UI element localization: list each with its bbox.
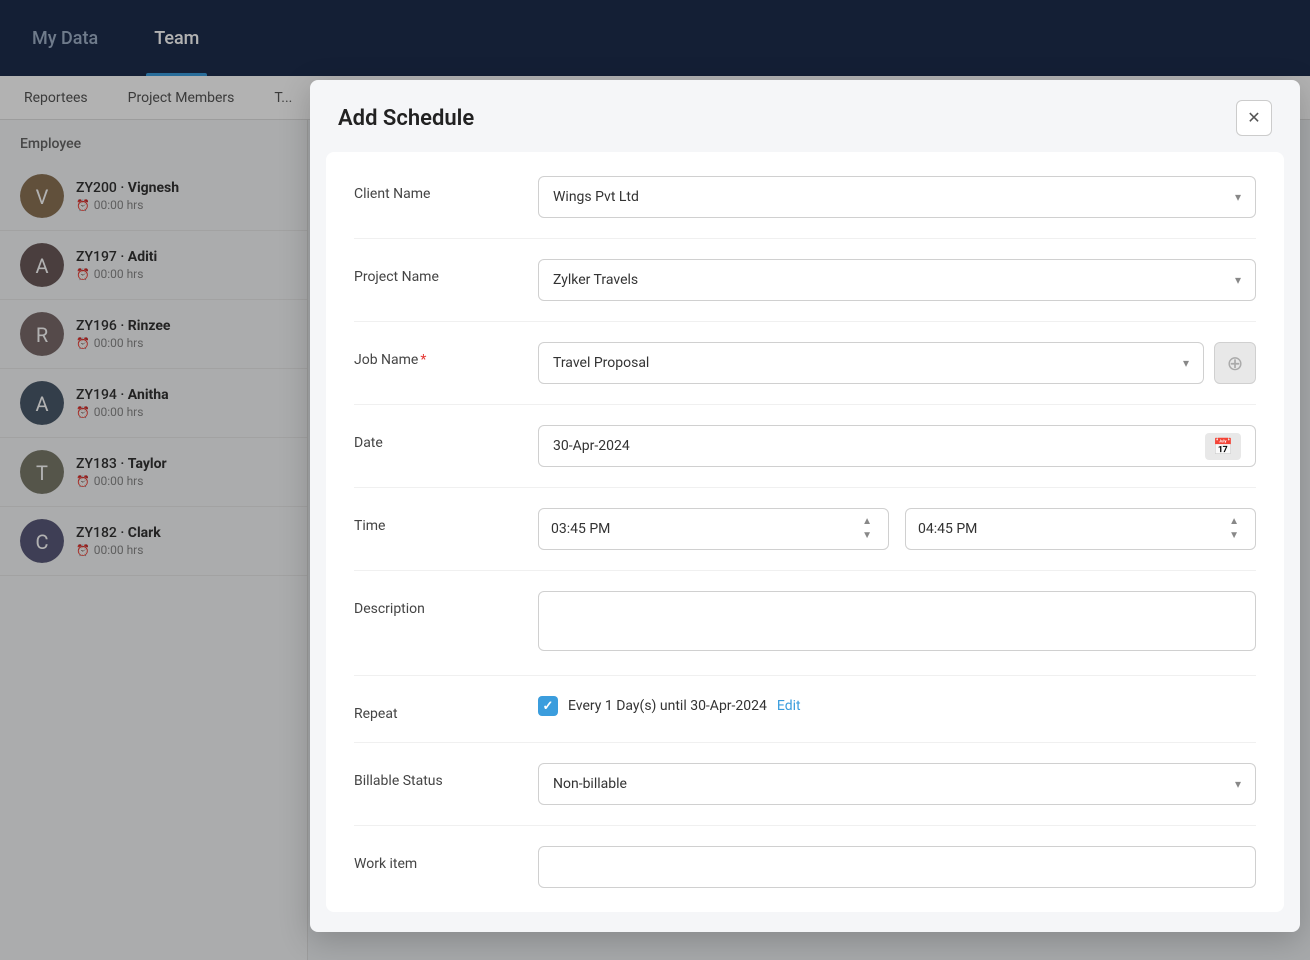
modal-header: Add Schedule ✕ <box>310 80 1300 152</box>
job-name-value: Travel Proposal <box>553 355 649 371</box>
billable-status-row: Billable Status Non-billable ▾ <box>354 763 1256 805</box>
add-icon: ⊕ <box>1227 351 1244 376</box>
billable-status-control: Non-billable ▾ <box>538 763 1256 805</box>
time-start-arrows: ▲ ▼ <box>858 515 876 543</box>
client-name-control: Wings Pvt Ltd ▾ <box>538 176 1256 218</box>
chevron-down-icon: ▾ <box>1235 273 1241 287</box>
chevron-down-icon: ▾ <box>1235 190 1241 204</box>
time-end-field[interactable]: 04:45 PM ▲ ▼ <box>905 508 1256 550</box>
description-control <box>538 591 1256 655</box>
job-name-field-group: Travel Proposal ▾ ⊕ <box>538 342 1256 384</box>
time-start-down-arrow[interactable]: ▼ <box>858 529 876 543</box>
repeat-label: Repeat <box>354 696 514 722</box>
time-control: 03:45 PM ▲ ▼ 04:45 PM ▲ ▼ <box>538 508 1256 550</box>
repeat-edit-link[interactable]: Edit <box>777 698 801 714</box>
work-item-row: Work item <box>354 846 1256 888</box>
job-name-select[interactable]: Travel Proposal ▾ <box>538 342 1204 384</box>
client-name-label: Client Name <box>354 176 514 202</box>
project-name-select[interactable]: Zylker Travels ▾ <box>538 259 1256 301</box>
job-name-row: Job Name* Travel Proposal ▾ ⊕ <box>354 342 1256 384</box>
repeat-row: Repeat ✓ Every 1 Day(s) until 30-Apr-202… <box>354 696 1256 722</box>
work-item-control <box>538 846 1256 888</box>
time-end-value: 04:45 PM <box>918 521 977 537</box>
repeat-field-group: ✓ Every 1 Day(s) until 30-Apr-2024 Edit <box>538 696 1256 716</box>
date-row: Date 30-Apr-2024 📅 <box>354 425 1256 467</box>
date-input[interactable]: 30-Apr-2024 📅 <box>538 425 1256 467</box>
checkmark-icon: ✓ <box>543 699 554 714</box>
billable-status-select[interactable]: Non-billable ▾ <box>538 763 1256 805</box>
time-row: Time 03:45 PM ▲ ▼ 04:45 PM <box>354 508 1256 550</box>
date-label: Date <box>354 425 514 451</box>
project-name-value: Zylker Travels <box>553 272 638 288</box>
billable-status-label: Billable Status <box>354 763 514 789</box>
time-fields-group: 03:45 PM ▲ ▼ 04:45 PM ▲ ▼ <box>538 508 1256 550</box>
modal-body: Client Name Wings Pvt Ltd ▾ Project Name… <box>326 152 1284 912</box>
close-icon: ✕ <box>1247 108 1260 128</box>
calendar-icon[interactable]: 📅 <box>1205 433 1241 460</box>
job-name-control: Travel Proposal ▾ ⊕ <box>538 342 1256 384</box>
chevron-down-icon: ▾ <box>1235 777 1241 791</box>
time-label: Time <box>354 508 514 534</box>
client-name-value: Wings Pvt Ltd <box>553 189 639 205</box>
repeat-checkbox[interactable]: ✓ <box>538 696 558 716</box>
billable-status-value: Non-billable <box>553 776 627 792</box>
time-start-field[interactable]: 03:45 PM ▲ ▼ <box>538 508 889 550</box>
project-name-row: Project Name Zylker Travels ▾ <box>354 259 1256 301</box>
time-end-arrows: ▲ ▼ <box>1225 515 1243 543</box>
client-name-row: Client Name Wings Pvt Ltd ▾ <box>354 176 1256 218</box>
repeat-text: Every 1 Day(s) until 30-Apr-2024 <box>568 698 767 714</box>
add-schedule-modal: Add Schedule ✕ Client Name Wings Pvt Ltd… <box>310 80 1300 932</box>
time-end-down-arrow[interactable]: ▼ <box>1225 529 1243 543</box>
required-indicator: * <box>420 352 426 368</box>
date-control: 30-Apr-2024 📅 <box>538 425 1256 467</box>
description-textarea[interactable] <box>538 591 1256 651</box>
work-item-label: Work item <box>354 846 514 872</box>
project-name-control: Zylker Travels ▾ <box>538 259 1256 301</box>
description-row: Description <box>354 591 1256 655</box>
job-add-button[interactable]: ⊕ <box>1214 342 1256 384</box>
modal-close-button[interactable]: ✕ <box>1236 100 1272 136</box>
time-end-up-arrow[interactable]: ▲ <box>1225 515 1243 529</box>
client-name-select[interactable]: Wings Pvt Ltd ▾ <box>538 176 1256 218</box>
date-value: 30-Apr-2024 <box>553 438 630 454</box>
chevron-down-icon: ▾ <box>1183 356 1189 370</box>
time-start-value: 03:45 PM <box>551 521 610 537</box>
repeat-control: ✓ Every 1 Day(s) until 30-Apr-2024 Edit <box>538 696 1256 716</box>
job-name-label: Job Name* <box>354 342 514 368</box>
work-item-input[interactable] <box>538 846 1256 888</box>
modal-title: Add Schedule <box>338 106 474 131</box>
project-name-label: Project Name <box>354 259 514 285</box>
description-label: Description <box>354 591 514 617</box>
time-start-up-arrow[interactable]: ▲ <box>858 515 876 529</box>
